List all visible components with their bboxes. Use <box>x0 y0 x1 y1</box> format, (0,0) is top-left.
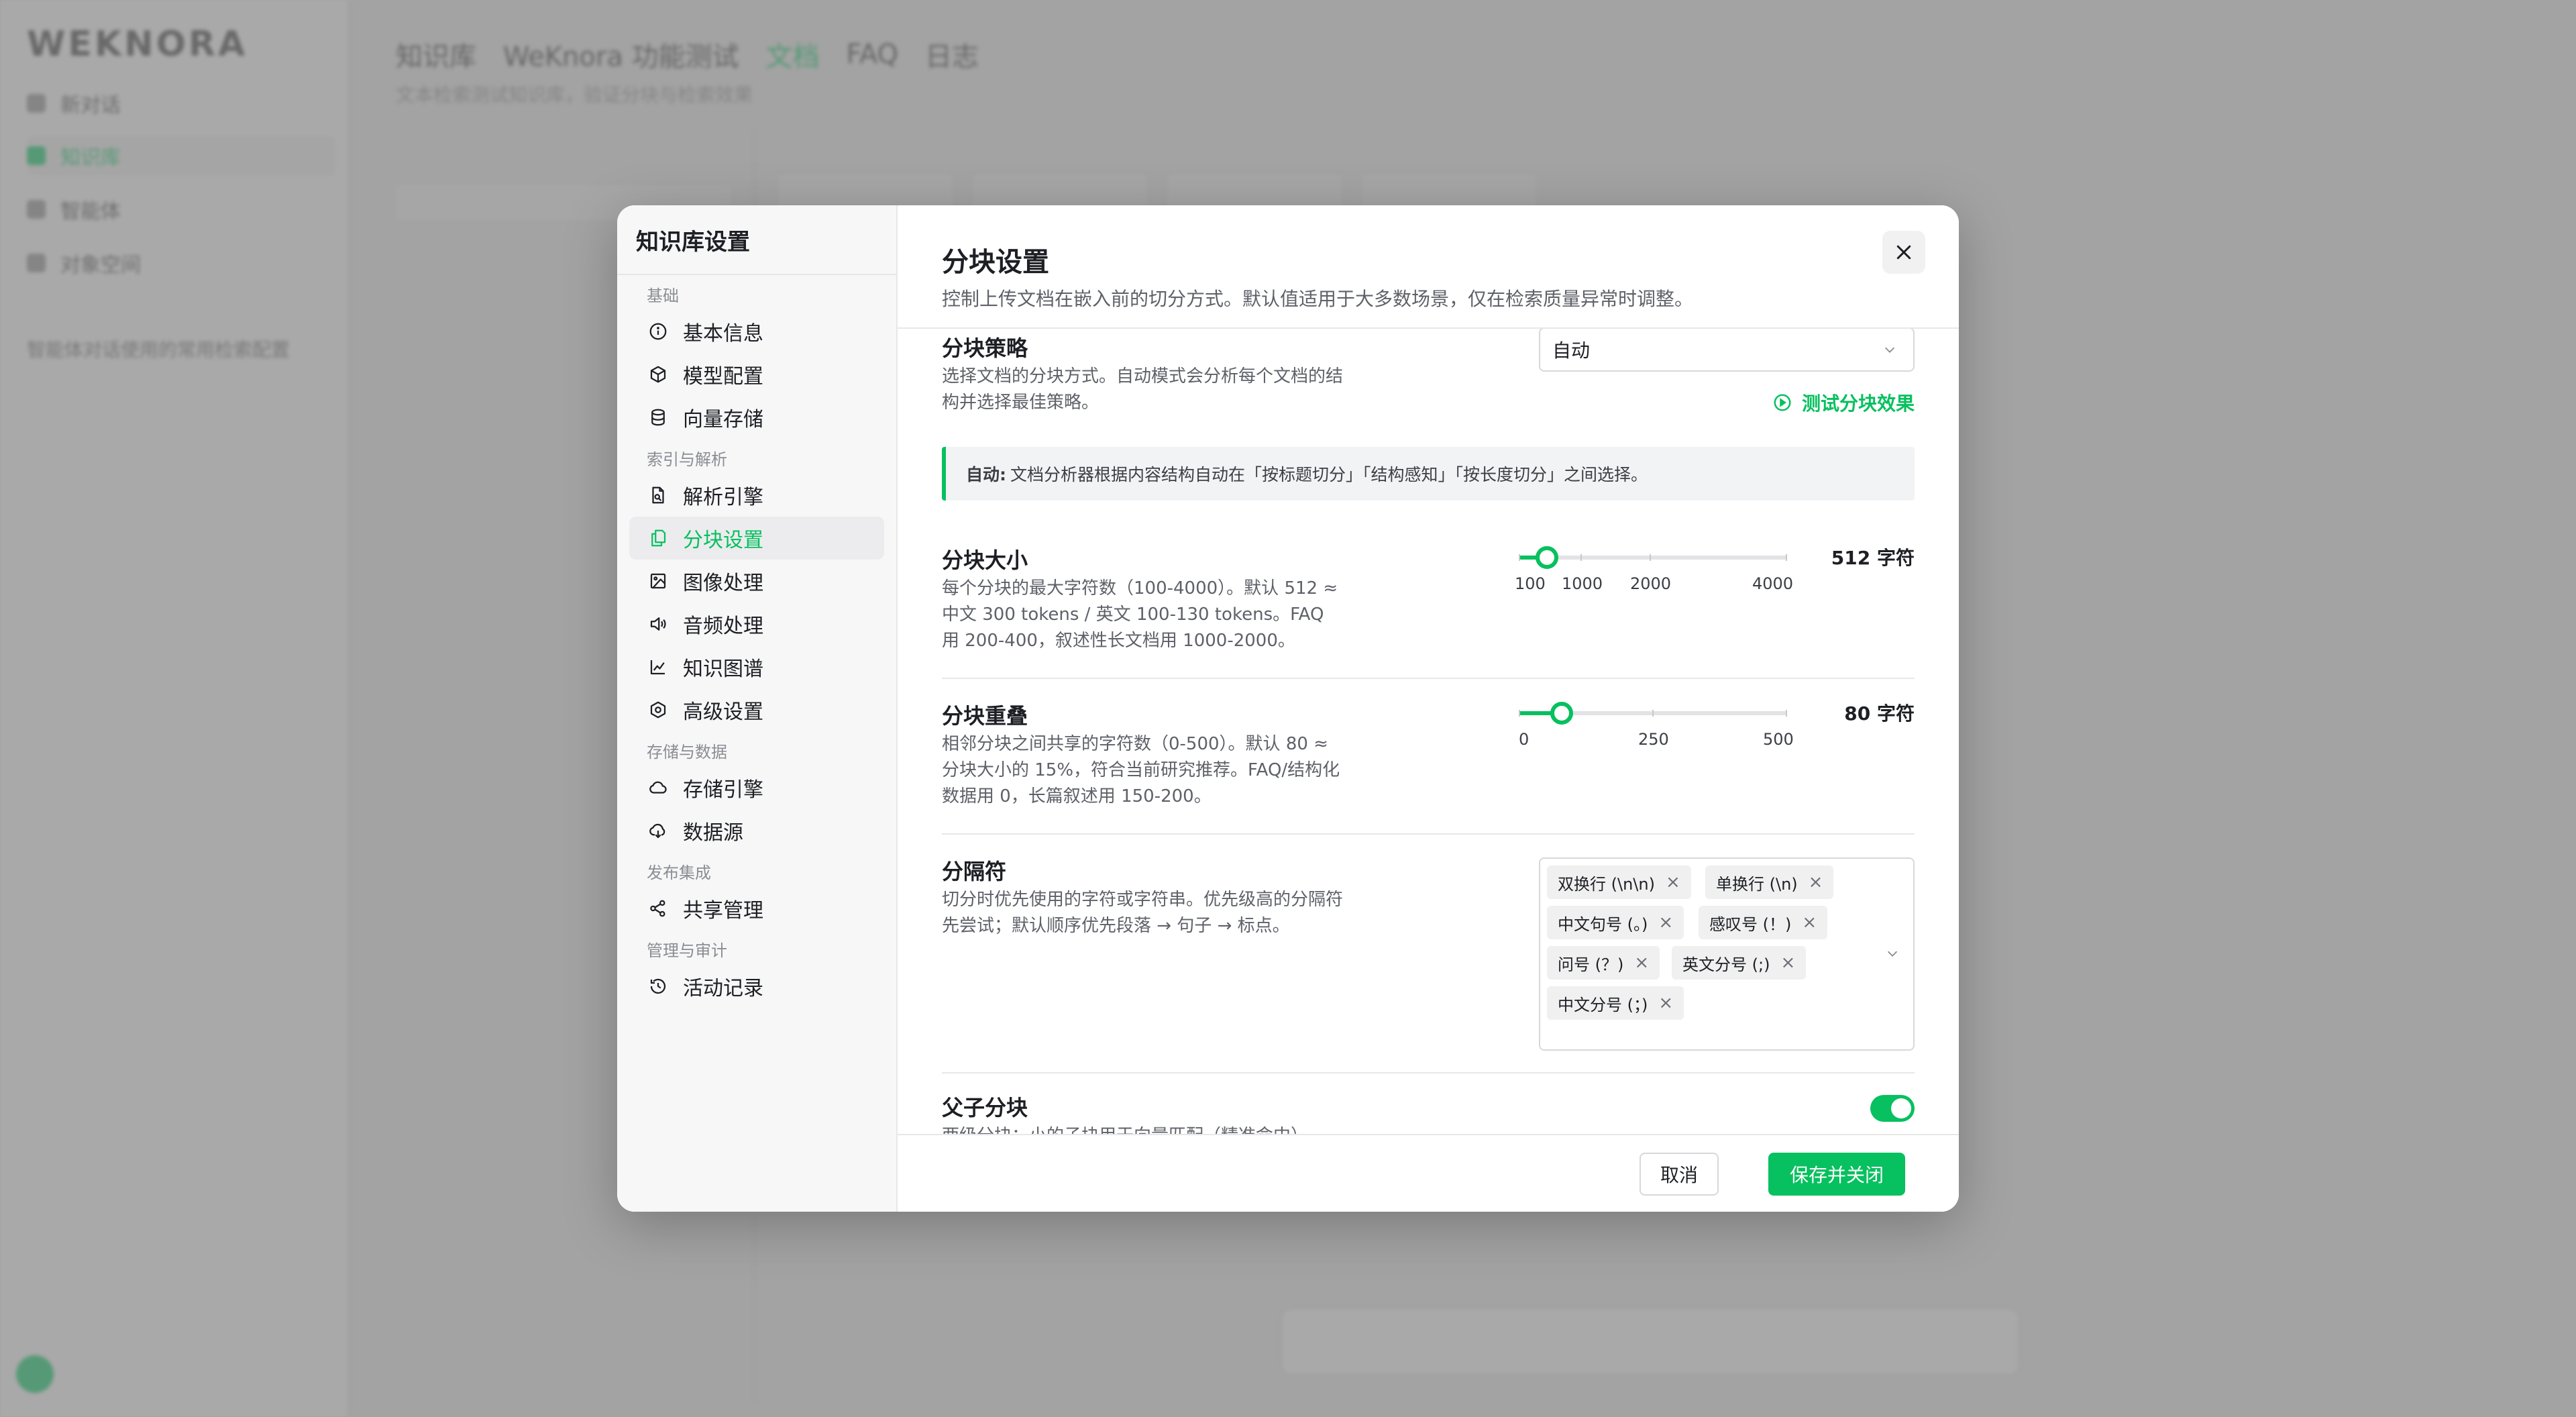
nav-item-vector-storage[interactable]: 向量存储 <box>629 396 884 439</box>
strategy-title: 分块策略 <box>942 335 1028 361</box>
slider-thumb[interactable] <box>1536 546 1558 569</box>
hexagon-settings-icon <box>647 698 669 721</box>
panel-header: 分块设置 控制上传文档在嵌入前的切分方式。默认值适用于大多数场景，仅在检索质量异… <box>898 205 1959 329</box>
separator-tag: 感叹号 (！) × <box>1699 906 1828 939</box>
play-circle-icon <box>1774 394 1791 411</box>
chunk-settings-panel: 分块设置 控制上传文档在嵌入前的切分方式。默认值适用于大多数场景，仅在检索质量异… <box>898 205 1959 1212</box>
panel-footer: 取消 保存并关闭 <box>898 1134 1959 1212</box>
remove-tag-icon[interactable]: × <box>1780 953 1795 973</box>
nav-item-share-management[interactable]: 共享管理 <box>629 887 884 930</box>
database-icon <box>647 406 669 429</box>
chunk-overlap-marks: 0 250 500 <box>1519 730 1794 749</box>
parent-child-toggle[interactable] <box>1870 1095 1915 1122</box>
history-icon <box>647 975 669 998</box>
graph-icon <box>647 655 669 678</box>
nav-item-image-processing[interactable]: 图像处理 <box>629 560 884 602</box>
nav-item-model-config[interactable]: 模型配置 <box>629 353 884 396</box>
cube-icon <box>647 363 669 386</box>
cancel-button[interactable]: 取消 <box>1640 1153 1719 1196</box>
chunk-size-title: 分块大小 <box>942 547 1028 573</box>
chunk-overlap-value: 80 字符 <box>1844 702 1915 725</box>
parent-child-title: 父子分块 <box>942 1095 1028 1120</box>
nav-group-audit: 管理与审计 <box>647 941 727 960</box>
page-title: 分块设置 <box>942 247 1049 278</box>
chunk-overlap-slider[interactable] <box>1519 699 1787 726</box>
nav-item-parser-engine[interactable]: 解析引擎 <box>629 474 884 517</box>
strategy-select[interactable]: 自动 <box>1539 329 1915 372</box>
chevron-down-icon <box>1884 347 1895 353</box>
nav-item-activity-log[interactable]: 活动记录 <box>629 965 884 1008</box>
chunk-size-value: 512 字符 <box>1831 547 1915 569</box>
close-button[interactable] <box>1882 231 1925 274</box>
chunk-size-description: 每个分块的最大字符数（100-4000）。默认 512 ≈ 中文 300 tok… <box>942 578 1338 651</box>
remove-tag-icon[interactable]: × <box>1802 912 1817 933</box>
nav-item-advanced-settings[interactable]: 高级设置 <box>629 688 884 731</box>
nav-group-publish: 发布集成 <box>647 863 711 882</box>
slider-thumb[interactable] <box>1550 702 1573 725</box>
copy-icon <box>647 527 669 549</box>
chunk-overlap-title: 分块重叠 <box>942 703 1028 729</box>
chunk-overlap-description: 相邻分块之间共享的字符数（0-500）。默认 80 ≈ 分块大小的 15%，符合… <box>942 734 1340 806</box>
remove-tag-icon[interactable]: × <box>1809 872 1823 892</box>
speaker-icon <box>647 613 669 635</box>
knowledge-base-settings-dialog: 知识库设置 基础 基本信息 模型配置 向量存储 索引与解析 解析引擎 分块设置 … <box>617 205 1959 1212</box>
separator-tag: 中文分号 (；) × <box>1547 986 1684 1020</box>
separator-tag: 中文句号 (。) × <box>1547 906 1684 939</box>
chevron-down-icon <box>1887 951 1898 957</box>
nav-item-audio-processing[interactable]: 音频处理 <box>629 602 884 645</box>
separators-multiselect[interactable]: 双换行 (\n\n) × 单换行 (\n) × 中文句号 (。) × 感叹号 (！) ×… <box>1539 857 1915 1051</box>
separator-tag: 问号 (？) × <box>1547 946 1660 980</box>
cloud-download-icon <box>647 819 669 842</box>
remove-tag-icon[interactable]: × <box>1658 912 1673 933</box>
strategy-description: 选择文档的分块方式。自动模式会分析每个文档的结构并选择最佳策略。 <box>942 366 1344 413</box>
separator-tag: 单换行 (\n) × <box>1705 865 1834 899</box>
cloud-icon <box>647 776 669 799</box>
separator-tag: 双换行 (\n\n) × <box>1547 865 1691 899</box>
remove-tag-icon[interactable]: × <box>1634 953 1649 973</box>
save-and-close-button[interactable]: 保存并关闭 <box>1768 1153 1905 1196</box>
remove-tag-icon[interactable]: × <box>1658 993 1673 1013</box>
nav-item-storage-engine[interactable]: 存储引擎 <box>629 766 884 809</box>
nav-group-indexing: 索引与解析 <box>647 450 727 469</box>
strategy-note: 自动: 文档分析器根据内容结构自动在「按标题切分」「结构感知」「按长度切分」之间选… <box>942 447 1915 501</box>
settings-nav: 知识库设置 基础 基本信息 模型配置 向量存储 索引与解析 解析引擎 分块设置 … <box>617 205 898 1212</box>
nav-item-data-source[interactable]: 数据源 <box>629 809 884 852</box>
panel-body[interactable]: 分块策略 选择文档的分块方式。自动模式会分析每个文档的结构并选择最佳策略。 自动… <box>898 329 1959 1212</box>
file-search-icon <box>647 484 669 507</box>
separator-tag: 英文分号 (;) × <box>1672 946 1807 980</box>
nav-item-knowledge-graph[interactable]: 知识图谱 <box>629 645 884 688</box>
nav-item-chunk-settings[interactable]: 分块设置 <box>629 517 884 560</box>
chunk-size-marks: 100 1000 2000 4000 <box>1515 574 1794 593</box>
chunk-size-slider[interactable] <box>1519 543 1787 570</box>
info-icon <box>647 320 669 343</box>
page-description: 控制上传文档在嵌入前的切分方式。默认值适用于大多数场景，仅在检索质量异常时调整。 <box>942 288 1694 310</box>
image-icon <box>647 570 669 592</box>
separators-description: 切分时优先使用的字符或字符串。优先级高的分隔符先尝试；默认顺序优先段落 → 句子… <box>942 890 1344 936</box>
remove-tag-icon[interactable]: × <box>1666 872 1680 892</box>
nav-item-basic-info[interactable]: 基本信息 <box>629 310 884 353</box>
test-chunking-link[interactable]: 测试分块效果 <box>1772 389 1915 416</box>
nav-group-storage: 存储与数据 <box>647 743 727 762</box>
close-icon <box>1896 245 1911 260</box>
settings-nav-title: 知识库设置 <box>617 205 896 275</box>
nav-group-basic: 基础 <box>647 286 679 305</box>
share-icon <box>647 897 669 920</box>
separators-title: 分隔符 <box>942 859 1007 884</box>
